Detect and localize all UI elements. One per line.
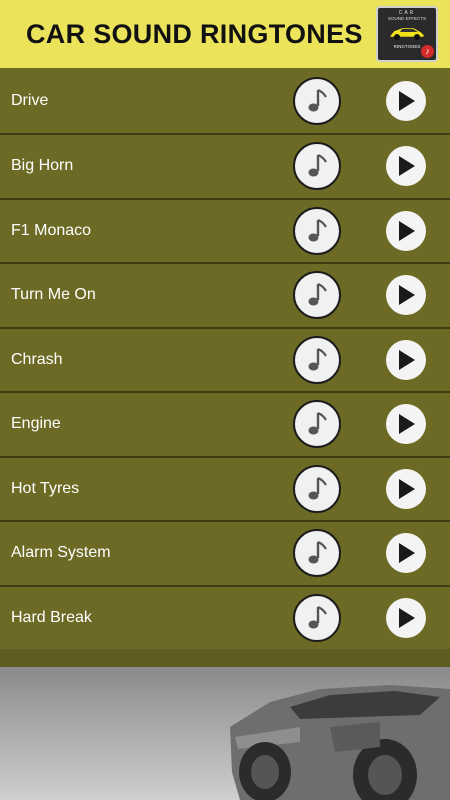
play-icon (399, 607, 415, 628)
set-ringtone-button[interactable] (293, 76, 341, 125)
car-logo-icon (389, 27, 425, 40)
set-ringtone-button[interactable] (293, 464, 341, 513)
play-button[interactable] (386, 339, 426, 380)
music-note-badge-icon: ♪ (421, 45, 434, 58)
ringtone-row[interactable]: Hot Tyres (0, 455, 450, 520)
ringtone-row[interactable]: Drive (0, 68, 450, 133)
music-note-icon (308, 347, 327, 371)
music-note-icon (308, 154, 327, 177)
play-icon (399, 349, 415, 370)
play-button[interactable] (386, 80, 426, 121)
ringtone-list: Drive Big Horn F1 Monaco Turn Me On Chrash En… (0, 68, 450, 649)
ringtone-label: Chrash (11, 350, 63, 368)
play-icon (399, 543, 415, 564)
music-note-icon (308, 541, 327, 564)
play-icon (399, 478, 415, 499)
ringtone-label: Big Horn (11, 157, 74, 175)
play-button[interactable] (386, 210, 426, 251)
set-ringtone-button[interactable] (293, 335, 341, 384)
music-note-icon (308, 218, 327, 242)
ringtone-label: Alarm System (11, 544, 111, 562)
set-ringtone-button[interactable] (293, 400, 341, 449)
play-icon (399, 156, 415, 177)
ringtone-row[interactable]: F1 Monaco (0, 197, 450, 262)
ringtone-row[interactable]: Engine (0, 391, 450, 456)
music-note-icon (308, 88, 327, 111)
play-icon (399, 414, 415, 435)
set-ringtone-button[interactable] (293, 142, 341, 191)
set-ringtone-button[interactable] (293, 271, 341, 320)
app-logo-icon[interactable]: CAR SOUND EFFECTS RINGTONES ♪ (376, 6, 438, 62)
play-button[interactable] (386, 468, 426, 509)
music-note-icon (308, 605, 327, 629)
ringtone-label: F1 Monaco (11, 221, 92, 239)
play-button[interactable] (386, 404, 426, 445)
play-button[interactable] (386, 275, 426, 316)
sports-car-silhouette-icon (230, 685, 450, 800)
play-icon (399, 90, 415, 111)
play-icon (399, 285, 415, 306)
ringtone-label: Turn Me On (11, 286, 96, 304)
ringtone-label: Hot Tyres (11, 479, 80, 497)
set-ringtone-button[interactable] (293, 206, 341, 255)
ringtone-row[interactable]: Turn Me On (0, 262, 450, 327)
set-ringtone-button[interactable] (293, 529, 341, 578)
set-ringtone-button[interactable] (293, 593, 341, 642)
car-background-image (0, 667, 450, 800)
music-note-icon (308, 283, 327, 306)
ringtone-row[interactable]: Big Horn (0, 133, 450, 198)
play-icon (399, 220, 415, 241)
ringtone-row[interactable]: Chrash (0, 326, 450, 391)
app-logo-line2: SOUND EFFECTS (387, 16, 426, 21)
ringtone-label: Drive (11, 91, 49, 109)
music-note-icon (308, 476, 327, 500)
play-button[interactable] (386, 597, 426, 638)
ringtone-label: Hard Break (11, 608, 92, 626)
ringtone-row[interactable]: Hard Break (0, 584, 450, 649)
ringtone-row[interactable]: Alarm System (0, 520, 450, 585)
music-note-icon (308, 412, 327, 435)
ringtone-label: Engine (11, 415, 61, 433)
app-header: CAR SOUND RINGTONES CAR SOUND EFFECTS RI… (0, 0, 450, 68)
play-button[interactable] (386, 533, 426, 574)
play-button[interactable] (386, 146, 426, 187)
app-title: CAR SOUND RINGTONES (26, 18, 363, 49)
